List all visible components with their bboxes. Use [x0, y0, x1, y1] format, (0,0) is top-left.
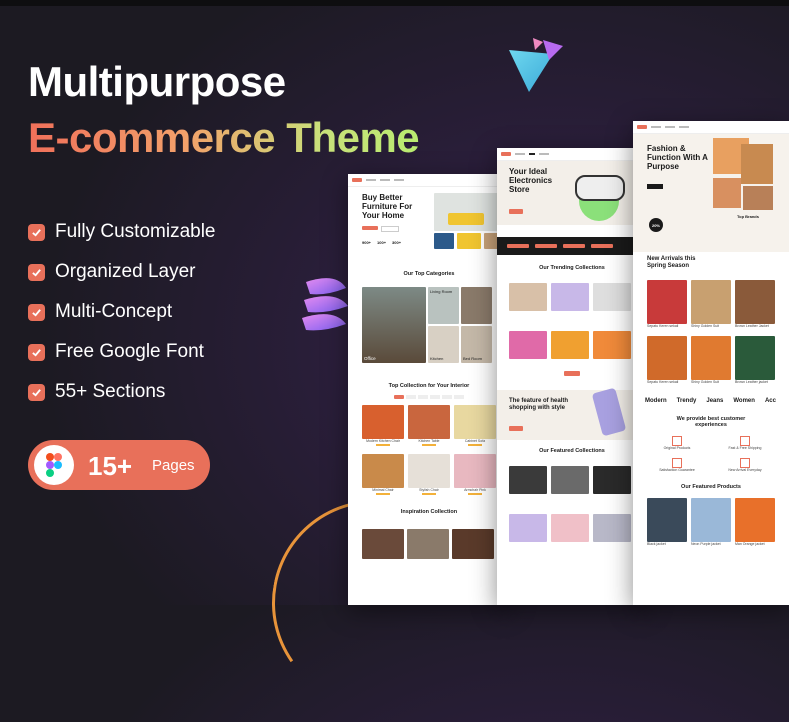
- service-icon: [672, 458, 682, 468]
- product-name: Man Orange jacket: [735, 542, 765, 546]
- mock-nav: [497, 148, 647, 161]
- feature-label: Organized Layer: [55, 261, 196, 282]
- headline-line2: E-commerce Theme: [28, 114, 420, 161]
- product-name: Sepatu Keren sekali: [647, 324, 679, 328]
- electronics-page-mockup: Your Ideal Electronics Store Our Trendin…: [497, 148, 647, 605]
- new-arrivals-title: New Arrivals this Spring Season: [647, 256, 696, 269]
- decorative-ribbon: [302, 278, 348, 331]
- check-icon: [28, 223, 45, 241]
- electronics-feature-title: The feature of health shopping with styl…: [509, 398, 569, 411]
- figma-icon: [34, 445, 74, 485]
- feature-item: Free Google Font: [28, 332, 216, 372]
- electronics-hero-title: Your Ideal Electronics Store: [509, 167, 553, 194]
- check-icon: [28, 383, 45, 401]
- feature-label: Multi-Concept: [55, 301, 173, 322]
- category-label: Office: [364, 356, 376, 361]
- decorative-prism: [509, 38, 563, 92]
- pages-label: Pages: [152, 457, 195, 474]
- product-name: Brown Leather Jacket: [735, 324, 769, 328]
- discount-badge: 20%: [649, 218, 663, 232]
- category-label: Living Room: [430, 289, 453, 294]
- brands-title: Top Brands: [737, 214, 759, 219]
- product-name: Shiny Golden Suit: [691, 380, 720, 384]
- feature-item: Organized Layer: [28, 252, 216, 292]
- product-name: Shiny Golden Suit: [691, 324, 720, 328]
- fashion-page-mockup: Fashion & Function With A Purpose 20% To…: [633, 121, 789, 605]
- top-strip: [0, 0, 789, 6]
- service-icon: [672, 436, 682, 446]
- ticker-item: Jeans: [706, 398, 724, 404]
- service-label: Satisfaction Guarantee: [659, 468, 695, 472]
- mock-nav: [633, 121, 789, 134]
- pages-badge: 15+ Pages: [28, 440, 210, 490]
- furniture-collection-title: Top Collection for Your Interior: [388, 383, 470, 389]
- feature-label: Free Google Font: [55, 341, 204, 362]
- service-title: We provide best customer experiences: [676, 416, 746, 428]
- service-label: Fast & Free Shipping: [728, 446, 762, 450]
- pages-count: 15+: [88, 451, 133, 481]
- service-icon: [740, 458, 750, 468]
- service-icon: [740, 436, 750, 446]
- product-name: Minimal Chair: [372, 488, 394, 492]
- furniture-hero-title: Buy Better Furniture For Your Home: [362, 193, 413, 220]
- check-icon: [28, 303, 45, 321]
- service-label: New Arrival Everyday: [728, 468, 762, 472]
- product-name: Kitchen Table: [418, 439, 440, 443]
- feature-label: Fully Customizable: [55, 221, 216, 242]
- category-label: Kitchen: [430, 356, 444, 361]
- ticker-item: Acc: [764, 398, 776, 404]
- check-icon: [28, 343, 45, 361]
- product-name: Sepatu Keren sekali: [647, 380, 679, 384]
- furniture-page-mockup: Buy Better Furniture For Your Home 900+ …: [348, 174, 510, 605]
- category-label: Bed Room: [463, 356, 482, 361]
- product-name: Neon Purple jacket: [691, 542, 721, 546]
- ticker-item: Modern: [645, 398, 667, 404]
- product-name: Armchair Pink: [464, 488, 486, 492]
- product-name: Stylish Chair: [419, 488, 439, 492]
- ticker-item: Trendy: [676, 398, 697, 404]
- product-name: Cabinet Sofa: [464, 439, 486, 443]
- product-name: Brown Leather jacket: [735, 380, 768, 384]
- headline-line1: Multipurpose: [28, 58, 286, 105]
- feature-item: 55+ Sections: [28, 372, 216, 412]
- mock-nav: [348, 174, 510, 187]
- feature-list: Fully Customizable Organized Layer Multi…: [28, 212, 216, 412]
- product-name: Modern Kitchen Chair: [366, 439, 400, 443]
- feature-item: Multi-Concept: [28, 292, 216, 332]
- check-icon: [28, 263, 45, 281]
- ticker-item: Women: [733, 398, 755, 404]
- feature-label: 55+ Sections: [55, 381, 166, 402]
- stat: 300+: [392, 240, 402, 245]
- feature-item: Fully Customizable: [28, 212, 216, 252]
- service-label: Original Products: [663, 446, 691, 450]
- product-name: Black jacket: [647, 542, 666, 546]
- stat: 900+: [362, 240, 372, 245]
- fashion-hero-title: Fashion & Function With A Purpose: [647, 144, 708, 171]
- stat: 100+: [377, 240, 387, 245]
